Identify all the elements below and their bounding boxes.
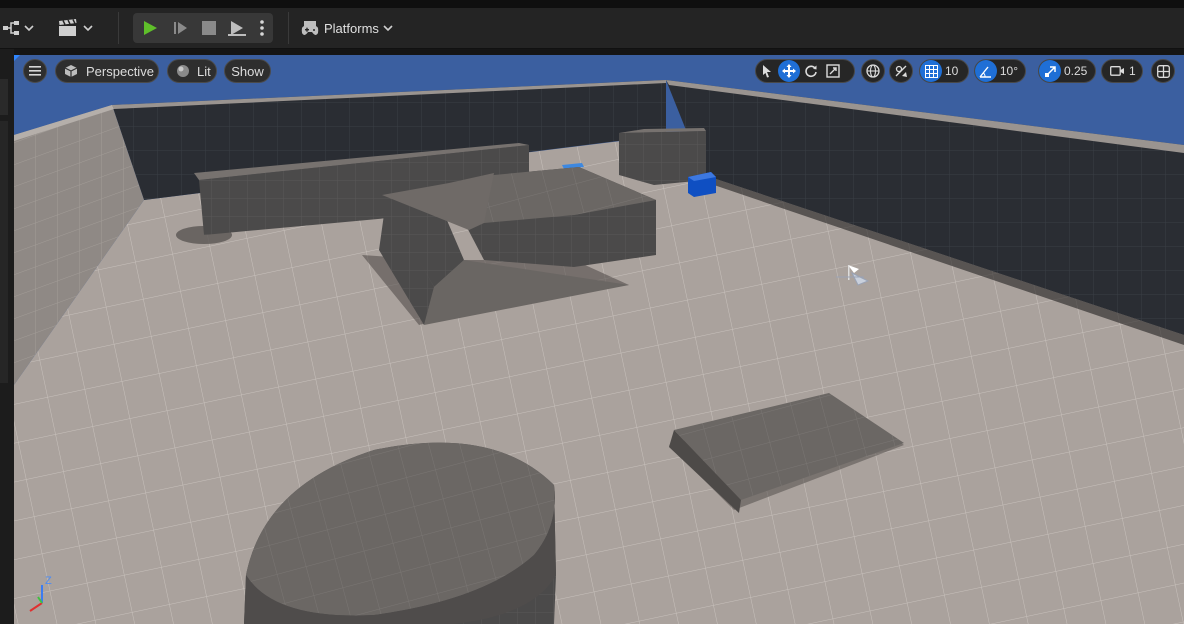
scale-snap-control[interactable]: 0.25 <box>1038 59 1096 83</box>
show-label: Show <box>231 63 264 79</box>
globe-icon <box>866 64 880 78</box>
cube-icon <box>64 64 78 78</box>
select-tool-button[interactable] <box>756 60 778 82</box>
rotation-snap-control[interactable]: 10° <box>974 59 1026 83</box>
play-controls <box>133 13 273 43</box>
view-mode-dropdown[interactable]: Perspective <box>55 59 159 83</box>
cinematics-dropdown[interactable] <box>57 13 93 43</box>
play-icon <box>142 20 158 36</box>
scale-icon <box>826 64 840 78</box>
sphere-icon <box>176 64 190 78</box>
rotate-icon <box>804 64 818 78</box>
chevron-down-icon <box>83 23 93 33</box>
platforms-dropdown[interactable]: Platforms <box>300 13 393 43</box>
eject-icon <box>228 19 246 37</box>
rotate-tool-button[interactable] <box>800 60 822 82</box>
grid-snap-value: 10 <box>945 64 959 78</box>
axis-gizmo: Z <box>26 573 56 613</box>
gamepad-icon <box>300 20 320 36</box>
clapperboard-icon <box>57 18 79 38</box>
camera-speed-control[interactable]: 1 <box>1101 59 1143 83</box>
advance-frame-button[interactable] <box>167 13 195 43</box>
world-local-toggle[interactable] <box>861 59 885 83</box>
grid-icon <box>924 64 938 78</box>
scale-snap-value: 0.25 <box>1064 64 1088 78</box>
lighting-mode-label: Lit <box>197 63 211 79</box>
hamburger-icon <box>29 66 41 76</box>
rotation-snap-value: 10° <box>999 64 1018 78</box>
grid-snap-control[interactable]: 10 <box>919 59 969 83</box>
eject-button[interactable] <box>223 13 251 43</box>
play-options-button[interactable] <box>251 13 273 43</box>
level-hierarchy-dropdown[interactable] <box>2 13 34 43</box>
transform-tools <box>755 59 855 83</box>
scale-snap-icon <box>1044 65 1057 78</box>
cursor-icon <box>761 64 773 78</box>
scale-snap-toggle[interactable] <box>1039 60 1061 82</box>
panel-scrollbar[interactable] <box>0 121 8 383</box>
title-strip <box>0 0 1184 8</box>
surface-snap-icon <box>894 64 908 78</box>
grid-snap-toggle[interactable] <box>920 60 942 82</box>
chevron-down-icon <box>383 23 393 33</box>
rotation-snap-toggle[interactable] <box>975 60 997 82</box>
translate-tool-button[interactable] <box>778 60 800 82</box>
hierarchy-icon <box>2 19 24 37</box>
step-icon <box>173 20 189 36</box>
toolbar-divider <box>288 12 289 44</box>
toolbar-divider <box>118 12 119 44</box>
view-mode-label: Perspective <box>86 63 154 79</box>
lighting-mode-dropdown[interactable]: Lit <box>167 59 217 83</box>
level-viewport[interactable]: Z <box>14 55 1184 624</box>
stop-button[interactable] <box>195 13 223 43</box>
chevron-down-icon <box>24 23 34 33</box>
stop-icon <box>202 21 216 35</box>
main-toolbar: Platforms <box>0 8 1184 49</box>
show-flags-dropdown[interactable]: Show <box>224 59 271 83</box>
move-icon <box>782 64 796 78</box>
left-panel-edge <box>0 49 14 624</box>
axis-z-label: Z <box>45 575 52 587</box>
angle-icon <box>979 65 992 78</box>
scale-tool-button[interactable] <box>822 60 844 82</box>
camera-icon <box>1110 65 1125 77</box>
layout-icon <box>1156 64 1170 78</box>
more-icon <box>259 19 265 37</box>
play-button[interactable] <box>133 13 167 43</box>
camera-speed-value: 1 <box>1129 64 1136 78</box>
surface-snapping-toggle[interactable] <box>889 59 913 83</box>
viewport-layout-button[interactable] <box>1151 59 1175 83</box>
platforms-label: Platforms <box>324 20 379 36</box>
scene-render <box>14 55 1184 624</box>
panel-tab[interactable] <box>0 79 8 115</box>
viewport-menu-button[interactable] <box>23 59 47 83</box>
